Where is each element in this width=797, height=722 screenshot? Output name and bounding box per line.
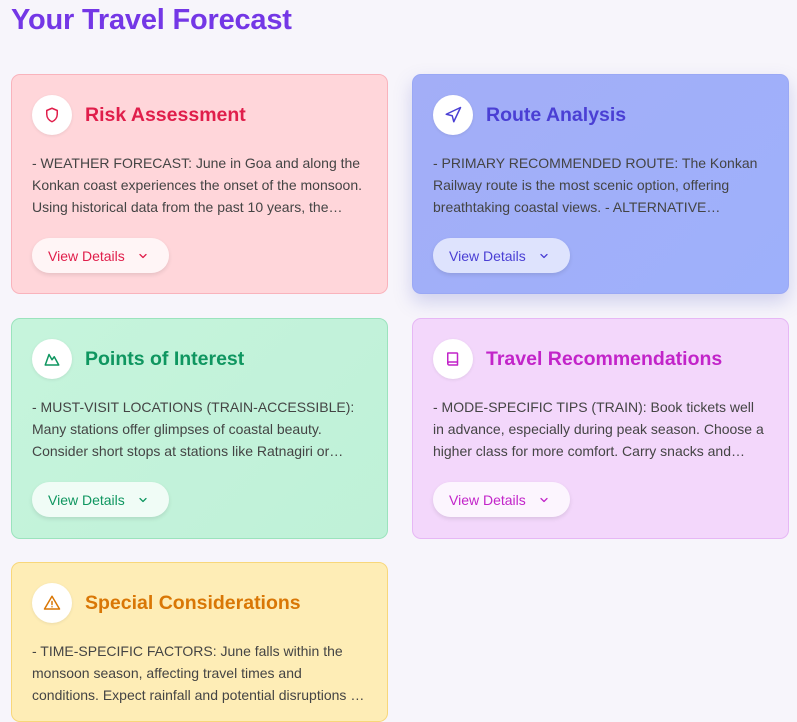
chevron-down-icon xyxy=(540,253,548,258)
card-summary: - WEATHER FORECAST: June in Goa and alon… xyxy=(32,155,362,215)
card-title: Travel Recommendations xyxy=(486,347,723,370)
risk-assessment-card: Risk Assessment - WEATHER FORECAST: June… xyxy=(11,74,388,294)
card-title: Special Considerations xyxy=(85,591,301,614)
button-label: View Details xyxy=(449,491,526,508)
shield-icon xyxy=(32,95,72,135)
points-of-interest-card: Points of Interest - MUST-VISIT LOCATION… xyxy=(11,318,388,539)
card-summary: - MODE-SPECIFIC TIPS (TRAIN): Book ticke… xyxy=(433,399,764,459)
warning-icon xyxy=(32,583,72,623)
card-header: Travel Recommendations xyxy=(433,339,722,379)
card-summary: - PRIMARY RECOMMENDED ROUTE: The Konkan … xyxy=(433,155,758,215)
page-title: Your Travel Forecast xyxy=(11,4,292,36)
card-header: Route Analysis xyxy=(433,95,626,135)
view-details-button[interactable]: View Details xyxy=(433,238,570,273)
card-header: Risk Assessment xyxy=(32,95,246,135)
button-label: View Details xyxy=(449,247,526,264)
mountain-icon xyxy=(32,339,72,379)
card-title: Points of Interest xyxy=(85,347,245,370)
travel-recommendations-card: Travel Recommendations - MODE-SPECIFIC T… xyxy=(412,318,789,539)
chevron-down-icon xyxy=(139,497,147,502)
view-details-button[interactable]: View Details xyxy=(32,238,169,273)
button-label: View Details xyxy=(48,491,125,508)
card-summary: - MUST-VISIT LOCATIONS (TRAIN-ACCESSIBLE… xyxy=(32,399,355,459)
chevron-down-icon xyxy=(139,253,147,258)
button-label: View Details xyxy=(48,247,125,264)
card-header: Special Considerations xyxy=(32,583,301,623)
navigation-icon xyxy=(433,95,473,135)
card-title: Route Analysis xyxy=(486,103,627,126)
book-icon xyxy=(433,339,473,379)
card-summary: - TIME-SPECIFIC FACTORS: June falls with… xyxy=(32,643,362,703)
view-details-button[interactable]: View Details xyxy=(433,482,570,517)
card-header: Points of Interest xyxy=(32,339,244,379)
card-title: Risk Assessment xyxy=(85,103,246,126)
view-details-button[interactable]: View Details xyxy=(32,482,169,517)
special-considerations-card: Special Considerations - TIME-SPECIFIC F… xyxy=(11,562,388,722)
route-analysis-card: Route Analysis - PRIMARY RECOMMENDED ROU… xyxy=(412,74,789,294)
chevron-down-icon xyxy=(540,497,548,502)
